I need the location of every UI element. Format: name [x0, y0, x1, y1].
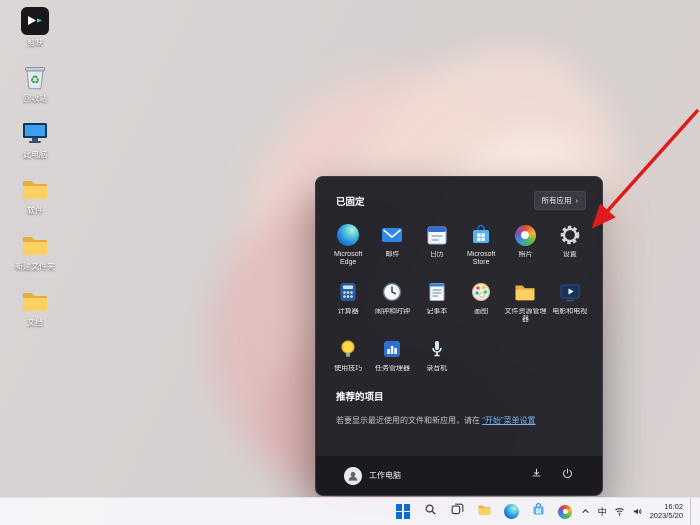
start-menu-header: 已固定 所有应用 ›	[316, 177, 602, 210]
all-apps-label: 所有应用	[541, 196, 572, 205]
desktop-icon-this-pc[interactable]: 此电脑	[6, 118, 64, 159]
this-pc-icon	[20, 118, 50, 148]
desktop-icon-capcut[interactable]: 剪映	[6, 6, 64, 47]
all-apps-button[interactable]: 所有应用 ›	[533, 191, 586, 210]
desktop-icon-list: 剪映 ♻ 回收站 此电脑 软件 新建文件夹 文档	[6, 6, 64, 327]
task-manager-icon	[379, 336, 405, 362]
start-app-task-manager[interactable]: 任务管理器	[370, 332, 414, 373]
taskbar-center-group	[392, 498, 576, 525]
desktop-icon-label: 文档	[27, 318, 43, 327]
show-desktop-button[interactable]	[690, 498, 694, 525]
ime-indicator[interactable]: 中	[598, 505, 607, 518]
volume-icon[interactable]	[632, 506, 643, 517]
tips-icon	[335, 336, 361, 362]
chevron-right-icon: ›	[575, 196, 579, 205]
movies-tv-icon	[557, 279, 583, 305]
recommended-section: 推荐的项目 若要显示最近使用的文件和新应用，请在 “开始”菜单设置	[316, 389, 602, 426]
start-app-paint[interactable]: 画图	[459, 275, 503, 324]
start-app-settings[interactable]: 设置	[548, 218, 592, 267]
task-view-icon	[450, 502, 465, 522]
microphone-icon	[424, 336, 450, 362]
recommended-empty-text: 若要显示最近使用的文件和新应用，请在 “开始”菜单设置	[336, 415, 586, 426]
folder-icon	[20, 174, 50, 204]
start-app-store[interactable]: Microsoft Store	[459, 218, 503, 267]
folder-icon	[512, 279, 538, 305]
start-button[interactable]	[392, 501, 414, 523]
user-account-button[interactable]: 工作电脑	[344, 466, 401, 485]
file-explorer-button[interactable]	[473, 501, 495, 523]
folder-icon	[20, 286, 50, 316]
start-app-tips[interactable]: 使用技巧	[326, 332, 370, 373]
edge-icon	[503, 504, 519, 519]
start-menu-footer: 工作电脑	[316, 455, 602, 495]
recommended-heading: 推荐的项目	[336, 392, 384, 403]
download-icon[interactable]	[530, 467, 543, 485]
windows-logo-icon	[395, 504, 411, 519]
start-settings-link[interactable]: “开始”菜单设置	[482, 416, 535, 425]
photos-icon	[512, 222, 538, 248]
search-icon	[423, 502, 438, 522]
mail-icon	[379, 222, 405, 248]
desktop-icon-label: 软件	[27, 206, 43, 215]
footer-actions	[530, 467, 574, 485]
alarm-clock-icon	[379, 279, 405, 305]
taskbar-clock[interactable]: 16:02 2023/5/20	[649, 502, 683, 520]
svg-text:♻: ♻	[30, 75, 40, 87]
user-avatar-icon	[344, 466, 362, 485]
start-app-edge[interactable]: Microsoft Edge	[326, 218, 370, 267]
user-name-label: 工作电脑	[369, 471, 401, 480]
desktop-screen: { "desktop": { "icons": [ { "label": "剪映…	[0, 0, 700, 525]
calendar-icon	[424, 222, 450, 248]
start-app-voice-recorder[interactable]: 录音机	[415, 332, 459, 373]
store-icon	[531, 502, 546, 522]
power-icon[interactable]	[561, 467, 574, 485]
desktop-icon-folder-2[interactable]: 新建文件夹	[6, 230, 64, 271]
task-view-button[interactable]	[446, 501, 468, 523]
settings-gear-icon	[557, 222, 583, 248]
clock-date: 2023/5/20	[649, 510, 683, 520]
desktop-icon-label: 回收站	[23, 94, 47, 103]
start-app-movies-tv[interactable]: 电影和电视	[548, 275, 592, 324]
desktop-icon-label: 此电脑	[23, 150, 47, 159]
desktop-icon-recycle-bin[interactable]: ♻ 回收站	[6, 62, 64, 103]
paint-icon	[468, 279, 494, 305]
start-app-notepad[interactable]: 记事本	[415, 275, 459, 324]
start-app-alarms[interactable]: 闹钟和时钟	[370, 275, 414, 324]
search-button[interactable]	[419, 501, 441, 523]
notepad-icon	[424, 279, 450, 305]
network-icon[interactable]	[614, 506, 625, 517]
start-app-photos[interactable]: 照片	[503, 218, 547, 267]
calculator-icon	[335, 279, 361, 305]
system-tray: 中 16:02 2023/5/20	[580, 498, 697, 525]
recommended-text-prefix: 若要显示最近使用的文件和新应用，请在	[336, 416, 480, 425]
desktop-icon-label: 新建文件夹	[15, 262, 55, 271]
tray-chevron-up-icon[interactable]	[580, 506, 591, 517]
desktop-icon-folder-3[interactable]: 文档	[6, 286, 64, 327]
taskbar: 中 16:02 2023/5/20	[0, 497, 700, 525]
start-app-file-explorer[interactable]: 文件资源管理器	[503, 275, 547, 324]
store-icon	[468, 222, 494, 248]
store-button[interactable]	[527, 501, 549, 523]
desktop-icon-label: 剪映	[27, 38, 43, 47]
start-menu: 已固定 所有应用 › Microsoft Edge 邮件 日历 Microsof…	[315, 176, 603, 496]
start-app-calculator[interactable]: 计算器	[326, 275, 370, 324]
start-app-mail[interactable]: 邮件	[370, 218, 414, 267]
folder-icon	[20, 230, 50, 260]
pinned-heading: 已固定	[336, 196, 365, 208]
pinned-app-grid: Microsoft Edge 邮件 日历 Microsoft Store 照片	[326, 218, 592, 373]
edge-button[interactable]	[500, 501, 522, 523]
desktop-icon-folder-1[interactable]: 软件	[6, 174, 64, 215]
recycle-bin-icon: ♻	[20, 62, 50, 92]
capcut-icon	[20, 6, 50, 36]
edge-icon	[335, 222, 361, 248]
photos-button[interactable]	[554, 501, 576, 523]
start-app-calendar[interactable]: 日历	[415, 218, 459, 267]
folder-icon	[477, 502, 492, 522]
photos-icon	[558, 504, 572, 519]
